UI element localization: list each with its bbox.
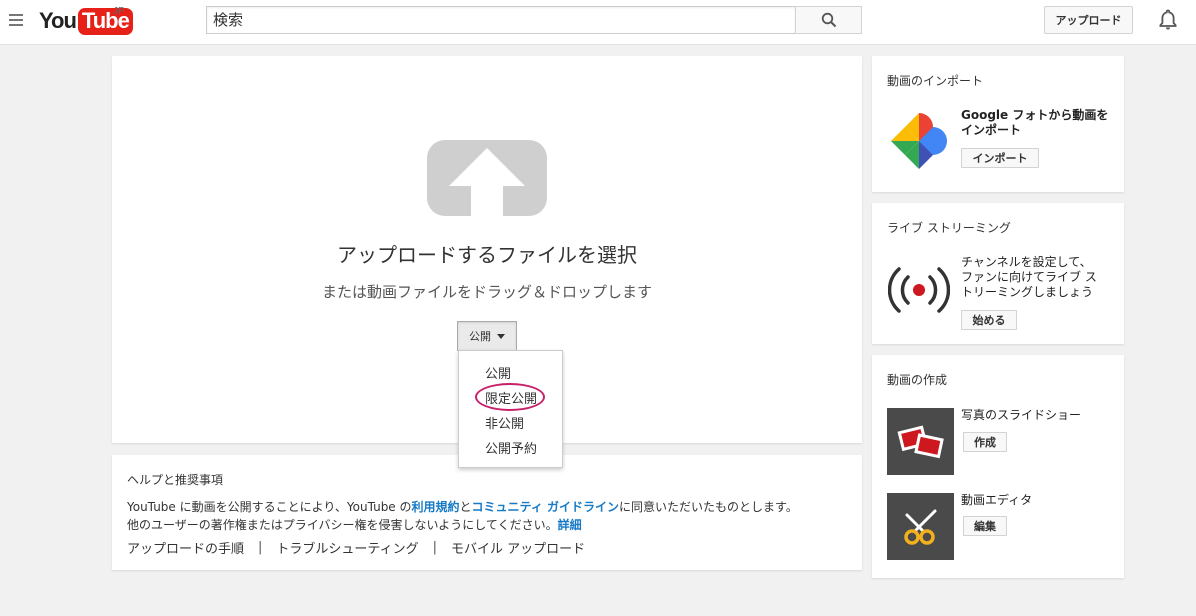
upload-button[interactable]: アップロード [1044,6,1133,34]
help-links: アップロードの手順 | トラブルシューティング | モバイル アップロード [127,538,585,557]
scissors-icon [903,509,936,545]
live-description-line: トリーミングしましょう [961,285,1094,299]
import-description: Google フォトから動画を インポート [961,108,1108,138]
edit-video-button[interactable]: 編集 [963,516,1007,536]
help-text-part: と [459,500,472,514]
upload-instructions-link[interactable]: アップロードの手順 [127,538,244,557]
help-text-part: 他のユーザーの著作権またはプライバシー権を侵害しないようにしてください。 [127,518,558,532]
privacy-option-unlisted[interactable]: 限定公開 [485,388,537,407]
import-description-line: Google フォトから動画を [961,108,1109,122]
live-streaming-panel: ライブ ストリーミング チャンネルを設定して、 ファンに向けてライブ ス トリー… [872,203,1124,344]
search-icon [821,12,836,28]
logo-region: JP [113,6,125,17]
live-description-line: チャンネルを設定して、 [961,255,1092,269]
create-video-panel: 動画の作成 写真のスライドショー 作成 動画エディタ 編集 [872,355,1124,578]
logo-you: You [39,8,77,33]
terms-link[interactable]: 利用規約 [412,500,460,514]
upload-arrow-icon[interactable] [427,138,547,218]
upload-title[interactable]: アップロードするファイルを選択 [112,239,862,268]
help-text: YouTube に動画を公開することにより、YouTube の利用規約とコミュニ… [127,498,798,534]
troubleshooting-link[interactable]: トラブルシューティング [276,538,418,557]
privacy-option-scheduled[interactable]: 公開予約 [485,438,537,457]
photos-icon [897,424,944,458]
link-separator: | [258,540,263,555]
help-text-part: YouTube に動画を公開することにより、YouTube の [127,500,412,514]
import-button[interactable]: インポート [961,148,1039,168]
create-video-title: 動画の作成 [887,373,948,387]
notifications-bell-icon[interactable] [1158,9,1178,31]
google-photos-icon [887,109,951,173]
import-title: 動画のインポート [887,74,984,88]
video-editor-label: 動画エディタ [961,493,1033,507]
video-editor-thumbnail[interactable] [887,493,954,560]
help-panel: ヘルプと推奨事項 YouTube に動画を公開することにより、YouTube の… [112,455,862,570]
community-guidelines-link[interactable]: コミュニティ ガイドライン [472,500,619,514]
privacy-selected-label: 公開 [469,330,491,343]
privacy-option-public[interactable]: 公開 [485,363,511,382]
import-description-line: インポート [961,123,1022,137]
menu-icon[interactable] [9,14,23,26]
upload-subtitle: または動画ファイルをドラッグ＆ドロップします [321,283,652,301]
link-separator: | [432,540,438,555]
search-input[interactable] [206,6,795,34]
import-panel: 動画のインポート Google フォトから動画を インポート インポート [872,56,1124,192]
masthead: You Tube JP アップロード [0,0,1196,45]
start-live-button[interactable]: 始める [961,310,1017,330]
details-link[interactable]: 詳細 [558,518,582,532]
youtube-logo[interactable]: You Tube JP [39,6,133,36]
slideshow-thumbnail[interactable] [887,408,954,475]
search-bar [206,6,862,34]
privacy-dropdown-menu: 公開 限定公開 非公開 公開予約 [458,350,563,468]
slideshow-label: 写真のスライドショー [961,408,1082,422]
live-broadcast-icon [887,265,951,315]
help-title: ヘルプと推奨事項 [127,473,224,487]
privacy-option-private[interactable]: 非公開 [485,413,524,432]
search-button[interactable] [795,6,862,34]
mobile-upload-link[interactable]: モバイル アップロード [451,538,585,557]
live-streaming-title: ライブ ストリーミング [887,221,1011,235]
privacy-dropdown-button[interactable]: 公開 [457,321,517,351]
live-description-line: ファンに向けてライブ ス [961,270,1097,284]
create-slideshow-button[interactable]: 作成 [963,432,1007,452]
help-text-part: に同意いただいたものとします。 [619,500,798,514]
caret-down-icon [497,333,505,339]
live-streaming-description: チャンネルを設定して、 ファンに向けてライブ ス トリーミングしましょう [961,255,1097,300]
